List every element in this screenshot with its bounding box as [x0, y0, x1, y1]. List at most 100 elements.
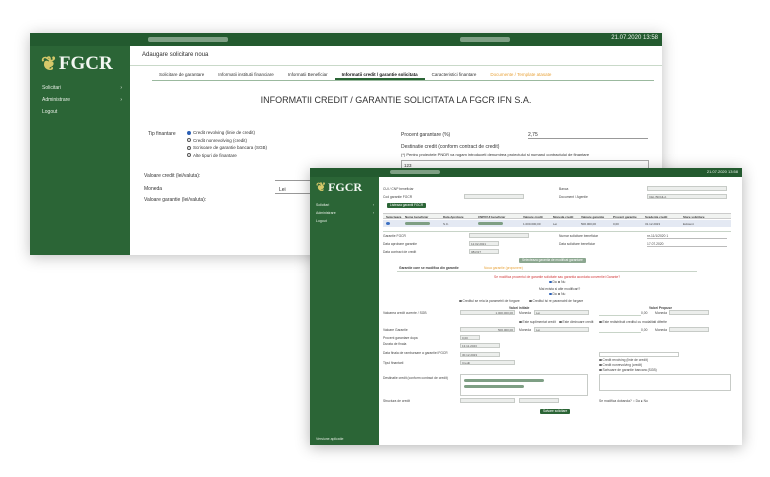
tab-credit-garantie[interactable]: Informatii credit / garantie solicitata [334, 68, 425, 80]
moneda-label-3: Moneda [655, 311, 667, 315]
radio-sgb[interactable]: Scrisoare de garantie bancara (SGB) [187, 145, 267, 150]
radio-icon [599, 358, 602, 362]
se-modifica-dobanda[interactable]: Se modifica dobanda? ○ Da ● Nu [599, 399, 648, 403]
tip-finantare-input-2[interactable]: Credit [460, 360, 515, 365]
data-aprobare-input[interactable]: 12.02.2021 [469, 241, 499, 246]
sidebar-item-administrare[interactable]: Administrare › [30, 94, 130, 106]
numar-solicitare-label: Numar solicitare beneficiar [559, 234, 599, 238]
checkbox-icon [529, 299, 532, 303]
destinatie-redacted [464, 385, 524, 388]
top-bar-2: 21.07.2020 13:58 [310, 168, 742, 177]
radio-icon [187, 153, 191, 157]
garantie-fgcr-input[interactable] [469, 233, 529, 238]
checkbox-icon [559, 320, 562, 324]
document-input[interactable]: CEL BRAILA [647, 194, 727, 199]
tip-opt-revolving[interactable]: Credit revolving (linie de credit) [599, 358, 648, 362]
session-info-redacted [460, 37, 510, 42]
moneda-input-2[interactable]: Lei [534, 310, 589, 315]
sidebar-item-logout[interactable]: Logout [30, 106, 130, 118]
data-solicitare-input[interactable]: 17.07.2020 [647, 242, 727, 247]
propus-garantie-line [599, 332, 641, 333]
sidebar: ❦ FGCR Solicitari › Administrare › Logout [30, 46, 130, 255]
sidebar-item-administrare[interactable]: Administrare › [310, 209, 379, 217]
alte-modificari-question: Mai exista si alte modificari? [539, 287, 581, 291]
tab-garantie-curenta[interactable]: Garantie care se modifica din garantie [399, 266, 459, 270]
valoare-credit-label: Valoare credit (lei/valuta): [144, 173, 201, 179]
radio-nu-2[interactable]: Nu [557, 292, 565, 296]
tip-opt-nonrevolving[interactable]: Credit nonrevolving (credit) [599, 363, 642, 367]
top-bar: 21.07.2020 13:58 [30, 33, 662, 46]
structura-input-2[interactable] [519, 398, 559, 403]
radio-alte-tipuri[interactable]: Alte tipuri de finantare [187, 153, 267, 158]
destinatie-textarea-initial[interactable] [460, 374, 588, 396]
beneficiar-redacted [405, 222, 430, 225]
radio-icon [557, 280, 561, 284]
listeaza-garantii-button[interactable]: Listeaza garantii FGCR [387, 203, 427, 208]
radio-da-2[interactable]: Da [549, 292, 557, 296]
valoare-garantie-input-2[interactable]: 500.000,00 [460, 327, 515, 332]
structura-label: Structura de credit [383, 399, 410, 403]
destinatie-label: Destinatie credit (conform contract de c… [401, 144, 500, 150]
cod-garantie-input[interactable] [464, 194, 524, 199]
salvare-solicitare-button[interactable]: Salvare solicitare [540, 409, 571, 414]
radio-selected-icon [549, 292, 552, 296]
radio-da[interactable]: Da [549, 280, 557, 284]
tab-documente[interactable]: Documente / Template atasate [483, 68, 558, 80]
logo: ❦ FGCR [41, 53, 113, 75]
valoare-garantie-label-2: Valoare Garantie [383, 328, 408, 332]
moneda-label: Moneda [144, 186, 163, 192]
modificare-question: Se modifica procentul de garantie solici… [494, 275, 621, 279]
procent-label: Procent garantare (%) [401, 132, 451, 138]
tab-caracteristici[interactable]: Caracteristici finantare [425, 68, 484, 80]
tip-opt-sgb[interactable]: Scrisoare de garantie bancara (SGB) [599, 368, 657, 372]
data-scadenta-propus[interactable] [599, 352, 679, 357]
banca-input[interactable] [647, 186, 727, 191]
data-contract-input[interactable]: 08/2/27 [469, 249, 499, 254]
table-row[interactable]: S.C. 1.000.000,00 Lei 500.000,00 0,00 31… [383, 220, 731, 227]
chevron-right-icon: › [372, 211, 374, 215]
radio-credit-nonrevolving[interactable]: Credit nonrevolving (credit) [187, 138, 267, 143]
radio-credit-revolving[interactable]: Credit revolving (linie de credit) [187, 130, 267, 135]
tab-beneficiar[interactable]: Informatii Beneficiar [281, 68, 335, 80]
durata-finala-input[interactable]: 13.11.2023 [460, 343, 500, 348]
radio-selected-icon [187, 130, 191, 135]
opt-redistribuit[interactable]: Este redistribuit creditul cu modalitati… [599, 320, 667, 324]
topbar-datetime-2: 21.07.2020 13:58 [706, 169, 738, 174]
moneda-select-propus[interactable] [669, 310, 709, 315]
chevron-right-icon: › [120, 97, 122, 103]
valoare-garantie-label: Valoare garantie (lei/valuta): [144, 197, 207, 203]
sidebar-item-solicitari[interactable]: Solicitari › [30, 82, 130, 94]
cui-redacted [478, 222, 503, 225]
checkbox-icon [519, 320, 522, 324]
radio-nu[interactable]: Nu [557, 280, 565, 284]
data-scadenta-input[interactable]: 30.12.2023 [460, 352, 500, 357]
procent-input[interactable]: 2,75 [528, 132, 648, 139]
moneda-select-propus-2[interactable] [669, 327, 709, 332]
main-content-2: CUI / CNP beneficiar Cod garantie FGCR B… [379, 177, 742, 445]
page-title: Adaugare solicitare noua [130, 46, 662, 66]
view-eye-icon[interactable] [386, 221, 390, 225]
wheat-icon: ❦ [316, 179, 327, 194]
destinatie-textarea-propus[interactable] [599, 374, 731, 391]
numar-solicitare-input[interactable]: nr-11/1/2020 1 [647, 234, 727, 239]
opt-suplimentat[interactable]: Este suplimentat credit [519, 320, 556, 324]
tab-solicitare[interactable]: Solicitare de garantare [152, 68, 211, 80]
moneda-input-4[interactable]: Lei [534, 327, 589, 332]
wheat-icon: ❦ [41, 53, 57, 75]
opt-diminuare[interactable]: Este diminuare credit [559, 320, 593, 324]
selecteaza-garantia-button[interactable]: Selecteaza garantia de modificat garanta… [519, 258, 586, 263]
alte-modificari-radio-group: Da Nu [549, 292, 565, 296]
data-solicitare-label: Data solicitare beneficiar [559, 242, 596, 246]
check-reia-parametrii[interactable]: Creditul se reia la parametrii de forgar… [459, 299, 520, 303]
tab-noua-garantie[interactable]: Noua garantie (propunere) [484, 266, 523, 270]
data-contract-label: Data contract de credit [383, 250, 417, 254]
checkbox-icon [459, 299, 462, 303]
structura-input[interactable] [460, 398, 515, 403]
tab-institutii[interactable]: Informatii institutii financiare [211, 68, 281, 80]
radio-icon [599, 363, 602, 367]
procent-garantie-input[interactable]: 0,00 [460, 335, 480, 340]
check-isi-re-parametrii[interactable]: Creditul isi re paramatrii de forgare [529, 299, 583, 303]
sidebar-item-logout[interactable]: Logout [310, 217, 379, 225]
valoarea-credit-input[interactable]: 1.000.000,00 [460, 310, 515, 315]
sidebar-item-solicitari[interactable]: Solicitari › [310, 201, 379, 209]
